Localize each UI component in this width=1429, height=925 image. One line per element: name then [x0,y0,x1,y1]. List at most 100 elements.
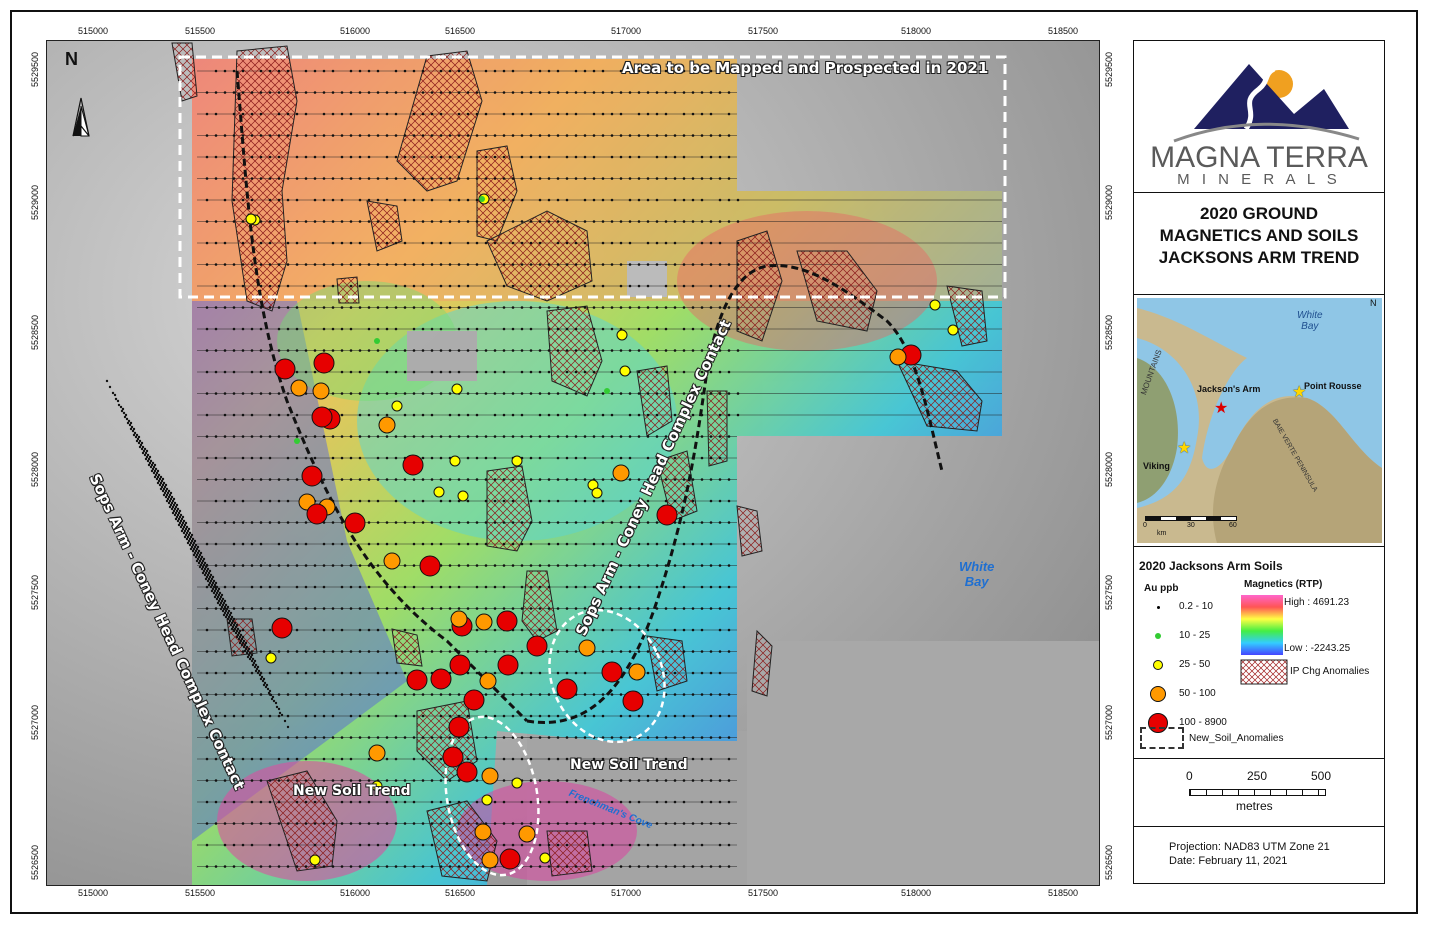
soil-sample-point [484,91,488,94]
soil-sample-point [448,413,452,417]
soil-sample-point [259,112,263,116]
soil-sample-point [682,155,686,159]
soil-sample-point [574,155,578,159]
soil-sample-point [583,241,587,245]
soil-sample-point [349,435,353,438]
soil-sample-point [736,349,740,352]
au-sample-25-50 [433,486,445,498]
soil-sample-point [268,714,272,718]
soil-sample-point [376,671,380,675]
soil-sample-point [322,198,326,202]
soil-sample-point [484,435,488,438]
soil-sample-point [403,134,407,137]
soil-sample-point [322,69,326,73]
soil-sample-point [367,779,371,782]
soil-sample-point [188,531,192,535]
soil-sample-point [727,779,731,782]
soil-sample-point [493,736,497,739]
soil-sample-point [205,865,209,868]
soil-sample-point [484,499,488,503]
soil-sample-point [277,607,281,610]
soil-sample-point [358,134,362,137]
soil-sample-point [439,521,443,524]
soil-sample-point [664,263,668,266]
au-sample-50-100 [612,464,630,482]
soil-sample-point [574,478,578,481]
soil-sample-point [286,134,290,137]
soil-sample-point [340,628,344,632]
map-panel[interactable]: Area to be Mapped and Prospected in 2021… [46,40,1100,886]
soil-sample-point [331,478,335,481]
soil-sample-point [664,392,668,395]
soil-sample-point [232,349,236,352]
soil-sample-point [295,112,299,116]
soil-sample-point [682,284,686,288]
soil-sample-point [538,155,542,159]
soil-sample-point [430,112,434,116]
soil-sample-point [439,607,443,610]
soil-sample-point [283,719,287,723]
soil-sample-point [448,241,452,245]
soil-sample-point [295,435,299,438]
soil-sample-point [718,177,722,180]
soil-sample-point [367,177,371,180]
soil-sample-point [286,456,290,460]
au-sample-100-8900 [526,635,548,657]
soil-sample-point [475,585,479,589]
soil-sample-point [313,134,317,137]
au-sample-50-100 [481,767,499,785]
soil-sample-point [673,241,677,245]
soil-sample-point [233,621,237,625]
soil-sample-point [718,435,722,438]
soil-sample-point [727,91,731,94]
soil-sample-point [628,134,632,137]
soil-sample-point [457,800,461,804]
soil-sample-point [502,392,506,395]
soil-sample-point [700,134,704,137]
soil-sample-point [331,435,335,438]
soil-sample-point [394,241,398,245]
soil-sample-point [466,327,470,331]
soil-sample-point [430,241,434,245]
soil-sample-point [664,306,668,309]
soil-sample-point [601,69,605,73]
soil-sample-point [700,843,704,847]
soil-sample-point [547,478,551,481]
soil-sample-point [691,736,695,739]
soil-sample-point [574,435,578,438]
soil-sample-point [565,650,569,653]
soil-sample-point [421,263,425,266]
soil-sample-point [430,693,434,696]
soil-sample-point [376,263,380,266]
soil-sample-point [277,263,281,266]
soil-sample-point [700,413,704,417]
soil-sample-point [574,241,578,245]
soil-sample-point [349,69,353,73]
soil-sample-point [214,155,218,159]
soil-sample-point [232,155,236,159]
soil-sample-point [322,607,326,610]
soil-sample-point [529,865,533,868]
soil-sample-point [691,198,695,202]
soil-sample-point [241,306,245,309]
soil-sample-point [268,689,272,693]
soil-sample-point [277,413,281,417]
soil-sample-point [367,413,371,417]
soil-sample-point [263,681,267,685]
soil-sample-point [565,241,569,245]
soil-sample-point [313,865,317,868]
soil-sample-point [574,349,578,352]
soil-sample-point [214,220,218,223]
soil-sample-point [637,263,641,266]
soil-sample-point [268,155,272,159]
soil-sample-point [664,478,668,481]
soil-sample-point [709,155,713,159]
soil-sample-point [385,693,389,696]
soil-sample-point [619,714,623,718]
soil-sample-point [619,306,623,309]
inset-map[interactable]: White Bay Jackson's Arm Point Rousse Vik… [1137,298,1382,543]
soil-sample-point [241,542,245,546]
soil-sample-point [502,177,506,180]
soil-sample-point [637,177,641,180]
soil-sample-point [466,413,470,417]
